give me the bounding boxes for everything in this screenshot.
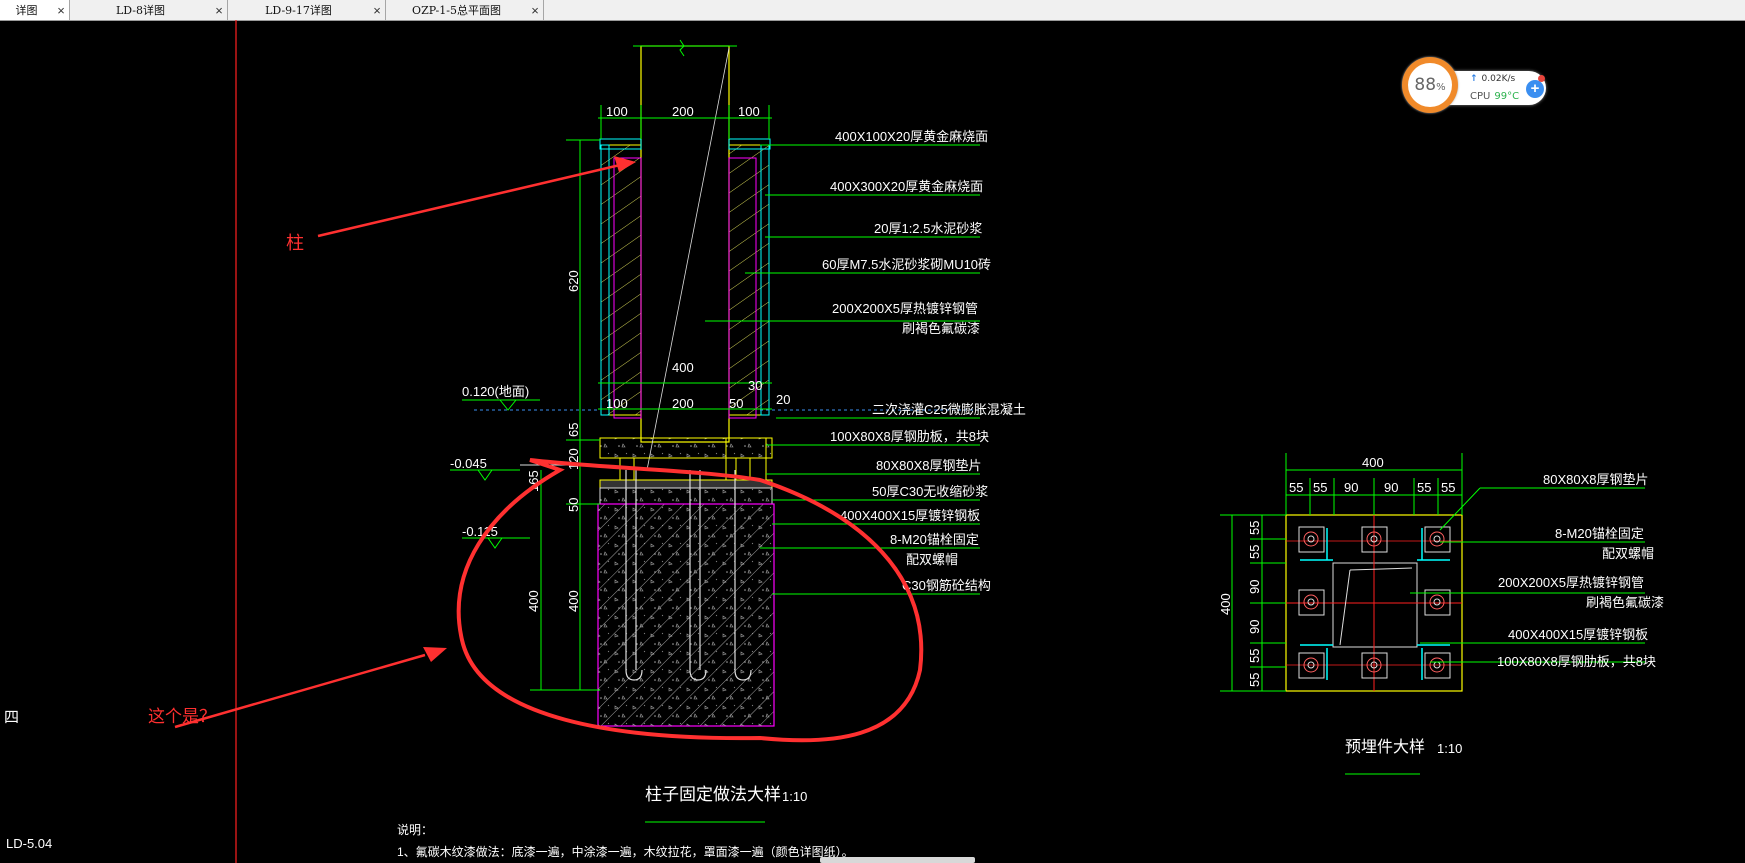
tab-ld9-17[interactable]: LD-9-17详图 × xyxy=(228,0,386,20)
markup-column-label: 柱 xyxy=(286,233,304,253)
tab-close-icon[interactable]: × xyxy=(211,3,227,18)
notification-dot-icon xyxy=(1538,75,1545,82)
embed-dim-left-5: 55 xyxy=(1247,649,1262,663)
embedded-part-detail: 400 55 55 90 90 55 55 400 55 55 90 90 55… xyxy=(1218,453,1664,775)
embed-dim-top-2: 55 xyxy=(1313,480,1327,495)
horizontal-scrollbar-thumb[interactable] xyxy=(820,857,975,863)
document-tab-bar: 详图 × LD-8详图 × LD-9-17详图 × OZP-1-5总平面图 × xyxy=(0,0,1745,21)
callout-c30-mortar: 50厚C30无收缩砂浆 xyxy=(872,484,988,499)
tab-close-icon[interactable]: × xyxy=(527,3,543,18)
embed-callout-steel-tube: 200X200X5厚热镀锌钢管 xyxy=(1498,575,1644,590)
embed-callout-anchor: 8-M20锚栓固定 xyxy=(1555,526,1644,541)
column-fixing-detail: 100 200 100 400 100 200 50 30 20 620 65 … xyxy=(450,39,1026,823)
embed-dim-top-1: 55 xyxy=(1289,480,1303,495)
cad-drawing-canvas[interactable]: 100 200 100 400 100 200 50 30 20 620 65 … xyxy=(0,20,1745,863)
detail-title: 柱子固定做法大样 xyxy=(645,785,781,804)
tab-ld8[interactable]: LD-8详图 × xyxy=(70,0,228,20)
dim-mid-200: 200 xyxy=(672,396,694,411)
embed-callout-base-plate: 400X400X15厚镀锌钢板 xyxy=(1508,627,1648,642)
tab-label: OZP-1-5总平面图 xyxy=(412,4,501,17)
vdim-50: 50 xyxy=(566,498,581,512)
vdim-620: 620 xyxy=(566,270,581,292)
dim-mid-100: 100 xyxy=(606,396,628,411)
break-symbol xyxy=(679,39,685,57)
tab-ozp-site-plan[interactable]: OZP-1-5总平面图 × xyxy=(386,0,544,20)
system-monitor-widget[interactable]: 88% ↑ 0.02K/s CPU 99°C + xyxy=(1402,51,1548,113)
embed-callout-shim: 80X80X8厚钢垫片 xyxy=(1543,472,1649,487)
embed-dim-left-3: 90 xyxy=(1247,580,1262,594)
embed-dim-top-3: 90 xyxy=(1344,480,1358,495)
markup-question-label: 这个是？ xyxy=(148,707,216,726)
callout-stone-cap-2: 400X300X20厚黄金麻烧面 xyxy=(830,179,983,194)
elevation-ground: 0.120(地面) xyxy=(462,384,529,399)
network-speed: ↑ 0.02K/s xyxy=(1470,74,1516,84)
callout-brick: 60厚M7.5水泥砂浆砌MU10砖 xyxy=(822,257,991,272)
callout-stiffener: 100X80X8厚钢肋板，共8块 xyxy=(830,429,989,444)
tab-close-icon[interactable]: × xyxy=(369,3,385,18)
dim-top-center: 200 xyxy=(672,104,694,119)
embed-callout-stiffener: 100X80X8厚钢肋板，共8块 xyxy=(1497,654,1656,669)
sheet-number: LD-5.04 xyxy=(6,836,52,851)
callout-shim: 80X80X8厚钢垫片 xyxy=(876,458,982,473)
brick-cladding-left xyxy=(600,144,642,416)
memory-usage-ring[interactable]: 88% xyxy=(1402,57,1458,113)
callout-base-plate: 400X400X15厚镀锌钢板 xyxy=(840,508,980,523)
vdim-65: 65 xyxy=(566,423,581,437)
brick-cladding-right xyxy=(728,144,770,416)
callout-c25-grout: 二次浇灌C25微膨胀混凝土 xyxy=(872,402,1026,417)
vdim-120: 120 xyxy=(566,448,581,470)
upload-arrow-icon: ↑ xyxy=(1470,74,1478,84)
red-markup-layer: 柱 这个是？ xyxy=(148,156,924,743)
embed-dim-top-total: 400 xyxy=(1362,455,1384,470)
detail-scale: 1:10 xyxy=(782,789,807,804)
callout-steel-tube: 200X200X5厚热镀锌钢管 xyxy=(832,301,978,316)
tab-label: 详图 xyxy=(15,4,38,17)
dim-mid-50: 50 xyxy=(729,396,743,411)
tab-detail[interactable]: 详图 × xyxy=(0,0,70,20)
dim-20: 20 xyxy=(776,392,790,407)
embed-dim-left-6: 55 xyxy=(1247,673,1262,687)
memory-percent: 88% xyxy=(1414,75,1446,95)
tab-close-icon[interactable]: × xyxy=(53,3,69,18)
embed-title: 预埋件大样 xyxy=(1345,738,1425,756)
embed-scale: 1:10 xyxy=(1437,741,1462,756)
vdim-400-outer: 400 xyxy=(526,590,541,612)
callout-mortar: 20厚1:2.5水泥砂浆 xyxy=(874,221,982,236)
embed-dim-left-4: 90 xyxy=(1247,620,1262,634)
notes-line-1: 1、氟碳木纹漆做法：底漆一遍，中涂漆一遍，木纹拉花，罩面漆一遍（颜色详图纸）。 xyxy=(397,844,854,859)
callout-anchor: 8-M20锚栓固定 xyxy=(890,532,979,547)
embed-dim-top-5: 55 xyxy=(1417,480,1431,495)
callout-rc-structure: C30钢筋砼结构 xyxy=(902,578,991,593)
vdim-400-inner: 400 xyxy=(566,590,581,612)
dim-30: 30 xyxy=(748,378,762,393)
tab-label: LD-8详图 xyxy=(115,4,166,17)
left-edge-fragment: 四 xyxy=(4,709,19,726)
dim-top-left: 100 xyxy=(606,104,628,119)
callout-stone-cap-1: 400X100X20厚黄金麻烧面 xyxy=(835,129,988,144)
callout-paint: 刷褐色氟碳漆 xyxy=(902,321,980,336)
embed-dim-top-4: 90 xyxy=(1384,480,1398,495)
embed-dim-left-total: 400 xyxy=(1218,593,1233,615)
embed-dim-left-1: 55 xyxy=(1247,521,1262,535)
cpu-temperature: CPU 99°C xyxy=(1470,91,1520,102)
add-icon[interactable]: + xyxy=(1526,80,1544,98)
embed-callout-paint: 刷褐色氟碳漆 xyxy=(1586,595,1664,610)
arrow-head-icon xyxy=(423,647,447,662)
notes-heading: 说明： xyxy=(397,822,433,837)
dim-400-mid: 400 xyxy=(672,360,694,375)
embed-dim-top-6: 55 xyxy=(1441,480,1455,495)
embed-dim-left-2: 55 xyxy=(1247,545,1262,559)
dim-top-right: 100 xyxy=(738,104,760,119)
elevation-a: -0.045 xyxy=(450,456,487,471)
callout-double-nut: 配双螺帽 xyxy=(906,552,958,567)
tab-label: LD-9-17详图 xyxy=(265,4,332,17)
embed-callout-double-nut: 配双螺帽 xyxy=(1602,546,1654,561)
